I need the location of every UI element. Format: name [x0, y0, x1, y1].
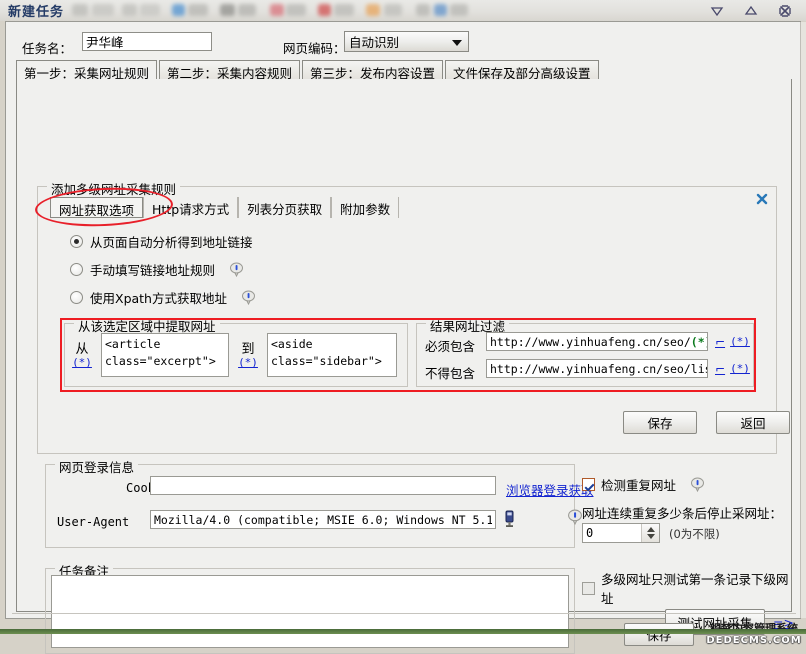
step-1-tabpage: 添加多级网址采集规则 网址获取选项 Http请求方式 列表分页获取 附加参数 从… [16, 79, 794, 654]
stepper-down-icon[interactable] [646, 534, 655, 539]
close-x-icon[interactable] [778, 4, 792, 18]
user-agent-label: User-Agent [57, 515, 130, 529]
multilevel-first-only-label: 多级网址只测试第一条记录下级网址 [601, 572, 789, 606]
new-task-dialog: 任务名： 网页编码： 自动识别 第一步：采集网址规则 第二步：采集内容规则 第三… [5, 21, 802, 654]
radio-row-xpath[interactable]: 使用Xpath方式获取地址 [70, 288, 256, 307]
detect-duplicate-row[interactable]: 检测重复网址 [582, 475, 705, 494]
device-pick-icon[interactable] [503, 510, 516, 528]
duplicate-stop-note: (0为不限) [669, 527, 720, 541]
page-login-title: 网页登录信息 [55, 457, 139, 476]
must-contain-input[interactable]: http://www.yinhuafeng.cn/seo/(*).html [486, 332, 708, 351]
itab-url-options[interactable]: 网址获取选项 [50, 197, 144, 218]
itab-http-method[interactable]: Http请求方式 [143, 197, 239, 218]
detect-duplicate-checkbox[interactable] [582, 478, 595, 491]
task-notes-group: 任务备注 [45, 561, 575, 654]
triangle-down-icon[interactable] [710, 4, 724, 18]
must-contain-label: 必须包含 [425, 339, 476, 354]
deny-contain-star-link[interactable]: (*) [727, 362, 753, 375]
right-scrollbar[interactable] [800, 22, 806, 618]
save-button[interactable]: 保存 [624, 623, 694, 646]
must-contain-star-link[interactable]: (*) [727, 335, 753, 348]
help-icon[interactable] [241, 290, 256, 306]
chevron-down-icon [452, 40, 462, 46]
step-tabstrip: 第一步：采集网址规则 第二步：采集内容规则 第三步：发布内容设置 文件保存及部分… [16, 59, 792, 81]
task-name-input[interactable] [82, 32, 212, 51]
tab-step-2[interactable]: 第二步：采集内容规则 [159, 60, 301, 81]
deny-contain-prefix: http://www.yinhuafeng.cn/seo/list_ [490, 361, 708, 376]
tab-step-3[interactable]: 第三步：发布内容设置 [302, 60, 444, 81]
must-contain-prefix: http://www.yinhuafeng.cn/seo/ [490, 334, 691, 349]
deny-contain-label: 不得包含 [425, 366, 476, 381]
window-titlebar: 新建任务 [0, 0, 806, 21]
radio-row-auto-analyze[interactable]: 从页面自动分析得到地址链接 [70, 232, 253, 251]
help-icon[interactable] [690, 477, 705, 493]
help-icon[interactable] [229, 262, 244, 278]
task-notes-textarea[interactable] [51, 575, 569, 648]
deny-contain-bar-link[interactable]: ⌐ [715, 362, 725, 376]
browser-login-link[interactable]: 浏览器登录获取 [506, 480, 594, 499]
region-to-textarea[interactable] [267, 333, 397, 377]
header-row: 任务名： 网页编码： 自动识别 [6, 28, 802, 56]
cookie-input[interactable] [150, 476, 496, 495]
radio-manual-rule-label: 手动填写链接地址规则 [90, 263, 216, 278]
stepper-up-icon[interactable] [646, 527, 655, 532]
from-label: 从 [75, 342, 89, 357]
tab-step-1[interactable]: 第一步：采集网址规则 [16, 60, 158, 81]
encoding-label: 网页编码： [283, 41, 346, 56]
duplicate-stop-label: 网址连续重复多少条后停止采网址： [582, 506, 783, 521]
window-controls [710, 4, 806, 18]
must-contain-bar-link[interactable]: ⌐ [715, 335, 725, 349]
itab-list-paging[interactable]: 列表分页获取 [238, 197, 332, 218]
triangle-up-icon[interactable] [744, 4, 758, 18]
deny-contain-input[interactable]: http://www.yinhuafeng.cn/seo/list_(*).ht… [486, 359, 708, 378]
itab-extra-params[interactable]: 附加参数 [331, 197, 400, 218]
radio-auto-analyze-label: 从页面自动分析得到地址链接 [90, 235, 253, 250]
region-from-textarea[interactable] [101, 333, 229, 377]
multilevel-rule-group: 添加多级网址采集规则 网址获取选项 Http请求方式 列表分页获取 附加参数 从… [37, 179, 790, 454]
window-title: 新建任务 [8, 5, 65, 20]
encoding-select[interactable]: 自动识别 [344, 31, 469, 52]
watermark: 织梦内容管理系统 DEDECMS.COM [703, 622, 805, 648]
to-star-link[interactable]: (*) [235, 356, 261, 369]
encoding-selected-value: 自动识别 [349, 35, 400, 50]
task-name-label: 任务名： [22, 41, 73, 56]
footer-divider [12, 613, 796, 614]
radio-auto-analyze[interactable] [70, 235, 83, 248]
page-login-group: 网页登录信息 Cookie 浏览器登录获取 User-Agent [45, 457, 594, 548]
duplicate-stop-value: 0 [586, 526, 594, 540]
back-button[interactable]: 返回 [716, 411, 790, 434]
save-rule-button[interactable]: 保存 [623, 411, 697, 434]
radio-manual-rule[interactable] [70, 263, 83, 276]
desktop-strip [0, 629, 806, 634]
watermark-line-2: DEDECMS.COM [706, 635, 802, 646]
duplicate-stop-stepper[interactable]: 0 [582, 523, 660, 543]
user-agent-input[interactable] [150, 510, 496, 529]
must-contain-wildcard: (*) [690, 334, 707, 349]
multilevel-first-only-row[interactable]: 多级网址只测试第一条记录下级网址 [582, 569, 791, 607]
radio-xpath[interactable] [70, 291, 83, 304]
to-label: 到 [241, 342, 255, 357]
result-url-filter-group: 结果网址过滤 必须包含 http://www.yinhuafeng.cn/seo… [416, 316, 754, 387]
radio-row-manual-rule[interactable]: 手动填写链接地址规则 [70, 260, 244, 279]
extract-region-group: 从该选定区域中提取网址 从 (*) 到 (*) [64, 316, 408, 387]
detect-duplicate-label: 检测重复网址 [601, 478, 677, 493]
radio-xpath-label: 使用Xpath方式获取地址 [90, 291, 227, 306]
help-icon[interactable] [567, 509, 583, 526]
url-option-tabstrip: 网址获取选项 Http请求方式 列表分页获取 附加参数 [50, 196, 766, 218]
tab-advanced[interactable]: 文件保存及部分高级设置 [445, 60, 599, 81]
multilevel-first-only-checkbox[interactable] [582, 581, 595, 595]
toolbar-blurred-icons [64, 0, 710, 21]
stepper-buttons[interactable] [641, 524, 659, 542]
from-star-link[interactable]: (*) [69, 356, 95, 369]
